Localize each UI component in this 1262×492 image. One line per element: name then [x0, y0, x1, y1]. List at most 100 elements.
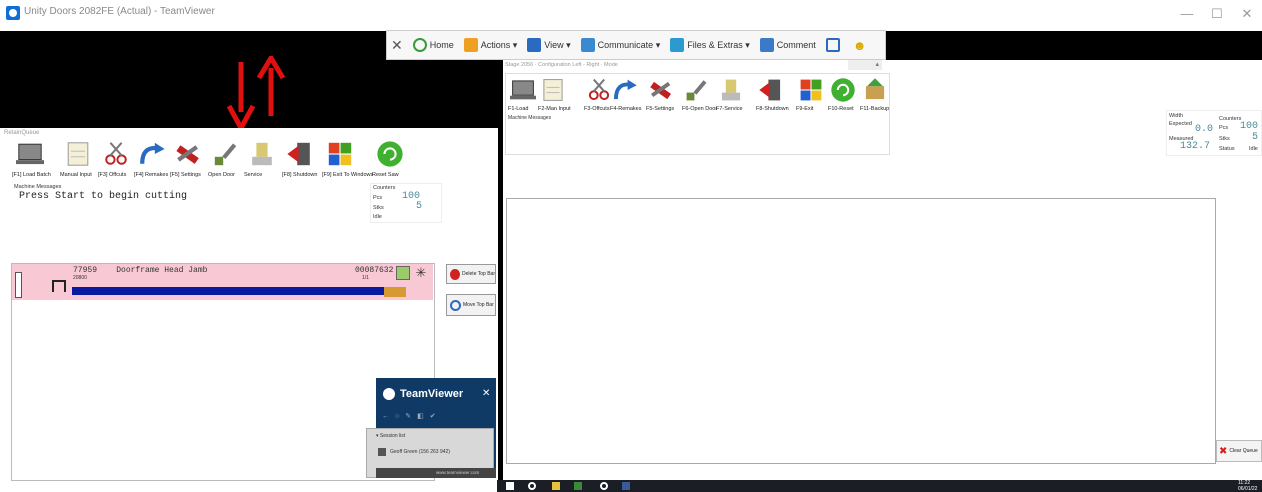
laptop-icon — [510, 77, 536, 103]
close-button[interactable]: ✕ — [1234, 6, 1260, 22]
teamviewer-footer-link[interactable]: www.teamviewer.com — [436, 470, 479, 475]
files-label: Files & Extras ▾ — [687, 39, 750, 50]
notepad-icon — [540, 77, 566, 103]
right-tool-label-6: F7-Service — [716, 106, 743, 112]
move-top-bar-button[interactable]: Move Top Bar — [446, 294, 496, 316]
session-list-label[interactable]: ▾ Session list — [376, 433, 405, 439]
files-icon — [670, 38, 685, 52]
move-top-bar-label: Move Top Bar — [463, 302, 494, 308]
left-tool-label-6: Service — [244, 172, 263, 178]
left-tool-label-7: [F8] Shutdown — [282, 172, 318, 178]
windows-taskbar — [497, 480, 1262, 492]
folder-icon[interactable] — [552, 482, 560, 490]
teamviewer-toolbar: ✕ Home Actions ▾ View ▾ Communicate ▾ Fi… — [386, 30, 886, 60]
progress-end-marker — [384, 287, 406, 297]
right-tool-label-5: F6-Open Door — [682, 106, 718, 112]
scissors-icon — [586, 77, 612, 103]
row-edit-icon[interactable] — [396, 266, 410, 280]
left-counters-title: Counters — [373, 185, 396, 191]
toolbar-close-button[interactable]: ✕ — [391, 37, 403, 54]
screens-icon — [825, 38, 840, 52]
shutdown-icon — [286, 140, 314, 168]
left-tool-label-3: [F4] Remakes — [134, 172, 169, 178]
lightning-icon — [463, 38, 478, 52]
machine-message-text: Press Start to begin cutting — [19, 191, 188, 202]
width-label: Width — [1169, 113, 1184, 119]
saw-table-icon — [52, 280, 66, 292]
toolbar-comment-button[interactable]: Comment — [759, 38, 816, 52]
right-status-value: Idle — [1249, 146, 1258, 152]
toolbar-files-button[interactable]: Files & Extras ▾ — [670, 38, 750, 52]
notepad-icon — [64, 140, 92, 168]
screen: { "window":{"title":"Unity Doors 2082FE … — [0, 0, 1262, 492]
right-machine-messages-label: Machine Messages — [508, 115, 552, 121]
toolbar-communicate-button[interactable]: Communicate ▾ — [580, 38, 661, 52]
row-number: 00087632 — [355, 266, 394, 275]
toolbar-screens-button[interactable] — [825, 38, 843, 52]
tools-icon — [174, 140, 202, 168]
right-pcs-label: Pcs — [1219, 125, 1229, 131]
toolbar-view-button[interactable]: View ▾ — [527, 38, 571, 52]
reset-icon — [830, 77, 856, 103]
monitor-icon — [527, 38, 542, 52]
teamviewer-panel-icons[interactable]: ←○✎◧✔ — [382, 412, 482, 420]
teamviewer-logo-icon — [6, 6, 20, 20]
session-user[interactable]: Geoff Green (156 263 942) — [390, 449, 450, 455]
backup-icon — [862, 77, 888, 103]
home-label: Home — [429, 40, 454, 50]
arrow-up-icon — [256, 53, 286, 116]
redo-arrow-icon — [612, 77, 638, 103]
row-item-text: 77959 Doorframe Head Jamb — [73, 266, 207, 275]
toolbar-home-button[interactable]: Home — [412, 38, 454, 52]
teamviewer-panel-close[interactable]: ✕ — [482, 388, 490, 399]
row-target-icon[interactable]: ✳ — [414, 266, 428, 280]
delete-icon — [450, 268, 461, 280]
service-icon — [248, 140, 276, 168]
left-app-title: RetainQueue — [4, 130, 40, 136]
user-icon — [378, 448, 386, 456]
left-tool-label-4: [F5] Settings — [170, 172, 201, 178]
teamviewer-panel-logo-icon — [383, 388, 395, 400]
home-icon — [412, 38, 427, 52]
start-icon[interactable] — [506, 482, 514, 490]
right-work-panel[interactable] — [506, 198, 1216, 464]
teamviewer-task-icon[interactable] — [600, 482, 608, 490]
brush-icon — [212, 140, 240, 168]
delete-top-bar-button[interactable]: Delete Top Bar — [446, 264, 496, 284]
right-tool-label-0: F1-Load — [508, 106, 529, 112]
right-app-title: Stage 2056 · Configuration Left - Right … — [505, 62, 618, 68]
search-icon[interactable] — [528, 482, 536, 490]
toolbar-feedback-button[interactable]: ☻ — [853, 38, 867, 53]
right-stks-value: 5 — [1252, 132, 1259, 143]
right-status-label: Status — [1219, 146, 1235, 152]
comment-label: Comment — [776, 40, 816, 50]
row-fraction: 1/1 — [362, 275, 369, 281]
left-tool-label-2: [F3] Offcuts — [98, 172, 127, 178]
right-tool-label-8: F9-Exit — [796, 106, 814, 112]
view-label: View ▾ — [544, 39, 571, 50]
app-icon[interactable] — [574, 482, 582, 490]
right-pcs-value: 100 — [1240, 121, 1259, 132]
toolbar-actions-button[interactable]: Actions ▾ — [463, 38, 517, 52]
left-tool-label-1: Manual Input — [60, 172, 92, 178]
minimize-button[interactable]: — — [1174, 6, 1200, 21]
right-tool-label-4: F5-Settings — [646, 106, 675, 112]
laptop-icon — [16, 140, 44, 168]
comment-icon — [759, 38, 774, 52]
brush-icon — [684, 77, 710, 103]
windows-icon — [326, 140, 354, 168]
left-tool-label-8: [F9] Exit To Windows — [322, 172, 374, 178]
communicate-label: Communicate ▾ — [597, 39, 661, 50]
clear-queue-button[interactable]: ✖ Clear Queue — [1216, 440, 1262, 462]
clear-x-icon: ✖ — [1219, 445, 1228, 457]
maximize-button[interactable]: ☐ — [1204, 6, 1230, 22]
door-icon — [15, 272, 22, 298]
expected-value: 0.0 — [1195, 124, 1214, 135]
right-window-controls: ▴ — [848, 60, 882, 70]
left-stks-label: Stks — [373, 205, 384, 211]
clear-queue-label: Clear Queue — [1229, 448, 1258, 454]
row-name: Doorframe Head Jamb — [116, 266, 208, 275]
cut-progress-bar — [72, 287, 393, 295]
right-stks-label: Stks — [1219, 136, 1230, 142]
window-task-icon[interactable] — [622, 482, 630, 490]
